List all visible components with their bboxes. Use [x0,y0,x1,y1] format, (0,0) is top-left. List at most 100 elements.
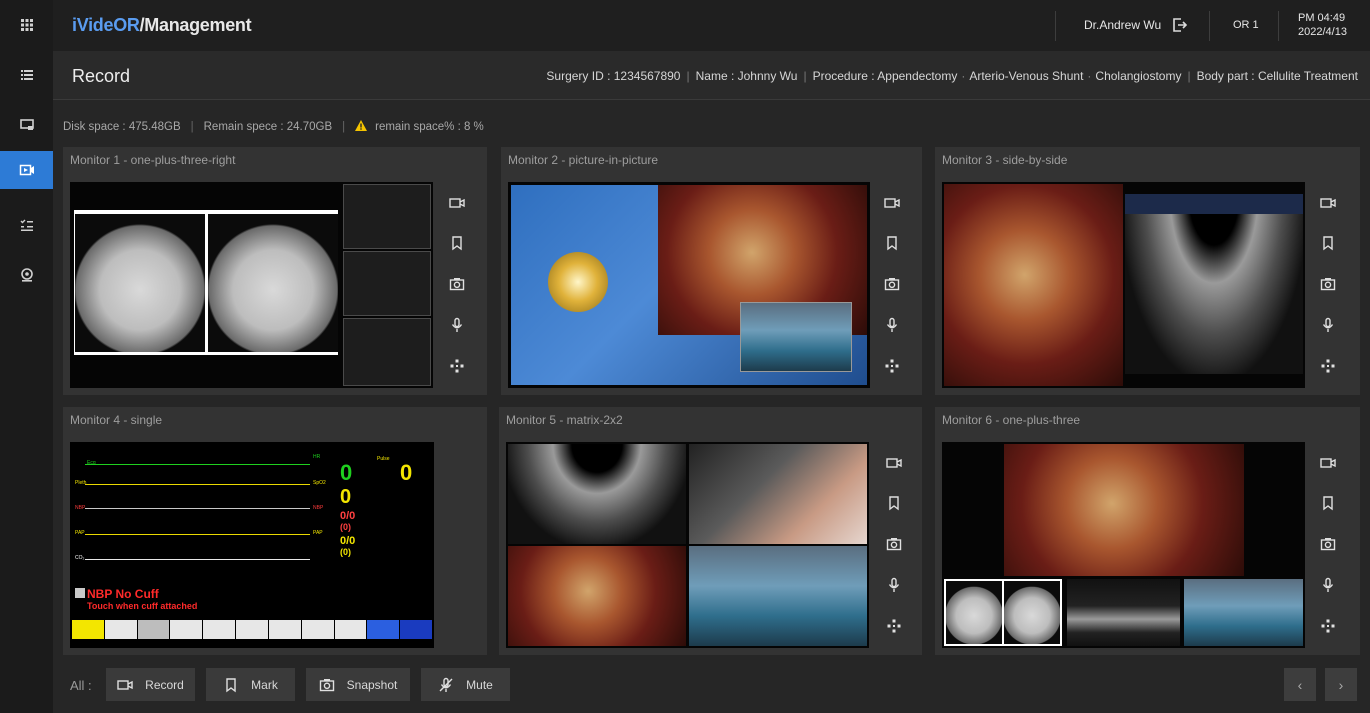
monitor-softkeys [72,620,432,639]
user-name: Dr.Andrew Wu [1084,18,1162,32]
monitor-screen[interactable] [70,182,433,388]
procedure-3: Cholangiostomy [1095,69,1182,83]
apps-grid-icon[interactable] [0,6,53,44]
bookmark-icon[interactable] [1317,232,1339,254]
disk-space: Disk space : 475.48GB [63,121,181,133]
softkey[interactable] [203,620,236,639]
ultrasound-header [1125,194,1303,214]
layout-icon[interactable] [881,355,903,377]
monitor-screen[interactable] [942,442,1305,648]
bookmark-icon[interactable] [881,232,903,254]
monitor-panel-3: Monitor 3 - side-by-side [935,147,1360,395]
ecg-label: Ecg [87,460,96,466]
spo2-value: 0 [340,486,352,508]
camera-icon[interactable] [881,273,903,295]
pleth-label: Pleth [75,480,87,486]
camera-pin-icon[interactable] [0,256,53,294]
pulse-value: 0 [400,460,413,485]
bookmark-icon[interactable] [446,232,468,254]
softkey[interactable] [137,620,170,639]
procedure: Procedure : Appendectomy [812,69,958,83]
hr-value: 0 [340,460,353,485]
monitor-title: Monitor 1 - one-plus-three-right [70,153,236,167]
record-icon[interactable] [446,192,468,214]
pleth-trace [85,484,310,485]
logout-icon[interactable] [1169,15,1189,35]
record-icon[interactable] [883,452,905,474]
record-video-icon[interactable] [0,151,53,189]
softkey[interactable] [301,620,334,639]
co2-trace [85,559,310,560]
record-icon[interactable] [881,192,903,214]
record-icon[interactable] [1317,192,1339,214]
layout-icon[interactable] [1317,615,1339,637]
bookmark-icon[interactable] [1317,492,1339,514]
mute-all-button[interactable]: Mute [421,668,510,701]
empty-cell [343,318,431,386]
monitor-icon[interactable] [0,106,53,144]
pip-image [740,302,852,372]
camera-icon [319,678,334,691]
checklist-icon[interactable] [0,206,53,244]
nbp-mean: (0) [340,522,351,532]
microphone-icon[interactable] [881,314,903,336]
camera-icon[interactable] [1317,273,1339,295]
softkey[interactable] [367,620,400,639]
warning-icon [355,120,368,131]
record-icon[interactable] [1317,452,1339,474]
record-all-label: Record [145,677,184,692]
softkey[interactable] [334,620,367,639]
surgery-id: Surgery ID : 1234567890 [546,69,681,83]
monitor-panel-2: Monitor 2 - picture-in-picture [501,147,922,395]
monitor-title: Monitor 6 - one-plus-three [942,413,1081,427]
mark-all-button[interactable]: Mark [206,668,295,701]
nbp-alarm: NBP No Cuff [87,587,159,601]
prev-page-button[interactable]: ‹ [1284,668,1316,701]
left-rail [0,0,53,713]
page-title: Record [72,66,131,86]
microphone-icon[interactable] [446,314,468,336]
all-label: All : [70,678,92,693]
operating-room-image [1184,579,1303,646]
nbp-label: NBP [75,505,86,511]
hands-image [689,444,867,544]
camera-icon[interactable] [883,533,905,555]
record-all-button[interactable]: Record [106,668,195,701]
layout-icon[interactable] [446,355,468,377]
camera-icon[interactable] [446,273,468,295]
co2-label: CO₂ [75,555,85,561]
microphone-off-icon [439,677,453,692]
layout-icon[interactable] [1317,355,1339,377]
ultrasound-image [508,444,686,544]
brand-name: iVideOR [72,15,140,35]
operating-room: OR 1 [1233,19,1259,31]
softkey[interactable] [268,620,301,639]
monitor-screen[interactable] [506,442,869,648]
pap-value: 0/0 [340,535,356,547]
microphone-icon[interactable] [1317,314,1339,336]
microphone-icon[interactable] [883,574,905,596]
softkey[interactable] [170,620,203,639]
top-bar: iVideOR/Management Dr.Andrew Wu OR 1 PM … [53,0,1370,51]
softkey[interactable] [400,620,432,639]
empty-cell [343,184,431,249]
list-icon[interactable] [0,56,53,94]
bookmark-icon[interactable] [883,492,905,514]
xray-image [75,214,205,352]
divider [1278,11,1279,41]
spo2-label: SpO2 [313,480,326,486]
layout-icon[interactable] [883,615,905,637]
softkey[interactable] [236,620,268,639]
snapshot-all-button[interactable]: Snapshot [306,668,410,701]
clock-time: PM 04:49 [1298,12,1346,24]
softkey[interactable] [104,620,137,639]
microphone-icon[interactable] [1317,574,1339,596]
softkey[interactable] [72,620,104,639]
surgery-info: Surgery ID : 1234567890 | Name : Johnny Wu… [546,69,1358,83]
next-page-button[interactable]: › [1325,668,1357,701]
vital-signs-screen[interactable]: Ecg HR 0 Pulse 0 Pleth SpO2 0 NBP NBP 0/… [70,442,434,648]
brand-section: /Management [139,15,252,35]
camera-icon[interactable] [1317,533,1339,555]
monitor-screen[interactable] [942,182,1305,388]
monitor-screen[interactable] [508,182,870,388]
